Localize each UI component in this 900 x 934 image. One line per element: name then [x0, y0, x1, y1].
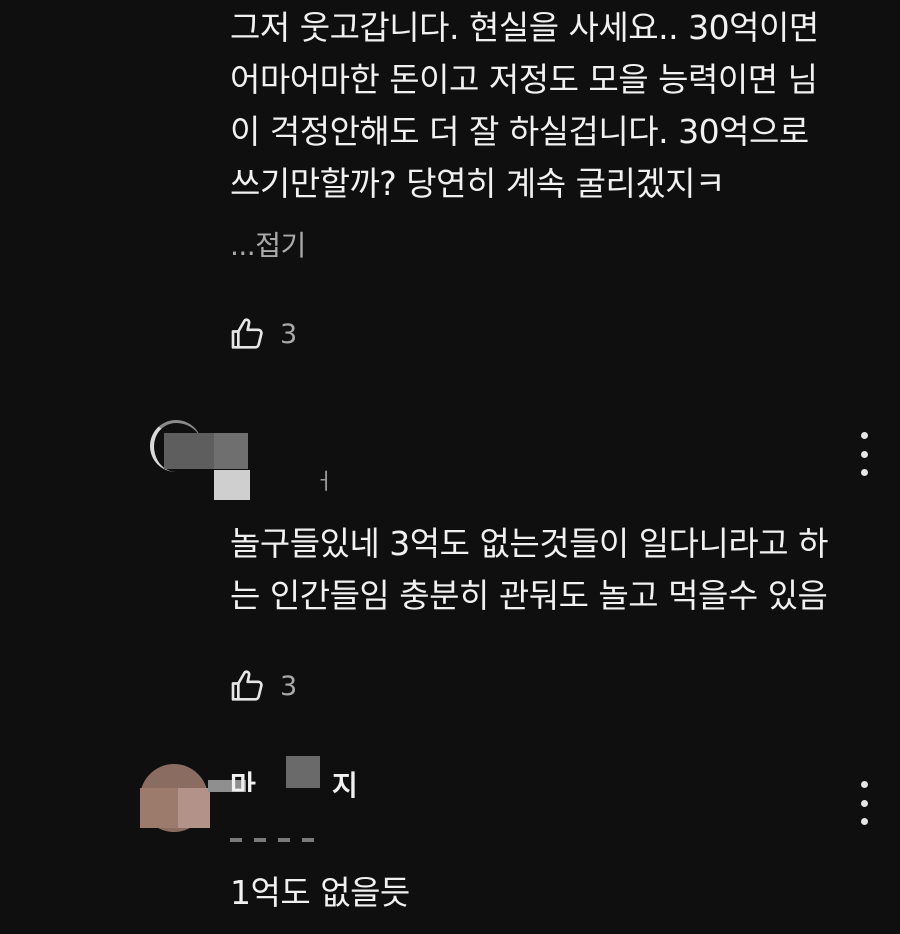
author-name-blur	[286, 756, 320, 788]
author-name[interactable]: 마	[230, 764, 256, 792]
avatar-blur	[140, 788, 178, 828]
menu-dot	[860, 450, 868, 458]
menu-dot	[860, 432, 868, 439]
comment-text: 1억도 없을듯	[230, 873, 410, 912]
menu-dot	[860, 469, 868, 476]
thumbs-up-icon	[231, 670, 263, 701]
menu-dot	[860, 799, 868, 807]
thumbs-up-icon	[231, 318, 263, 349]
author-name[interactable]: ㅓ	[314, 464, 334, 496]
comment-text: 그저 웃고갑니다. 현실을 사세요.. 30억이면 어마어마한 돈이고 저정도 …	[230, 8, 819, 203]
author-name[interactable]: 지	[332, 764, 358, 804]
avatar-blur	[214, 433, 248, 469]
menu-dot	[860, 781, 868, 788]
more-vert-icon[interactable]	[852, 432, 876, 476]
like-count: 3	[280, 318, 298, 350]
author-meta-blur	[230, 838, 326, 842]
avatar-blur	[178, 788, 210, 828]
collapse-link[interactable]: ...접기	[230, 224, 306, 264]
like-button[interactable]: 3	[228, 314, 297, 354]
author-name-blur	[214, 470, 250, 500]
like-count: 3	[280, 670, 298, 702]
more-vert-icon[interactable]	[852, 781, 876, 825]
avatar-blur	[164, 433, 214, 469]
comment-text: 놀구들있네 3억도 없는것들이 일다니라고 하 는 인간들임 충분히 관둬도 놀…	[230, 524, 828, 615]
menu-dot	[860, 818, 868, 825]
like-button[interactable]: 3	[228, 666, 297, 706]
